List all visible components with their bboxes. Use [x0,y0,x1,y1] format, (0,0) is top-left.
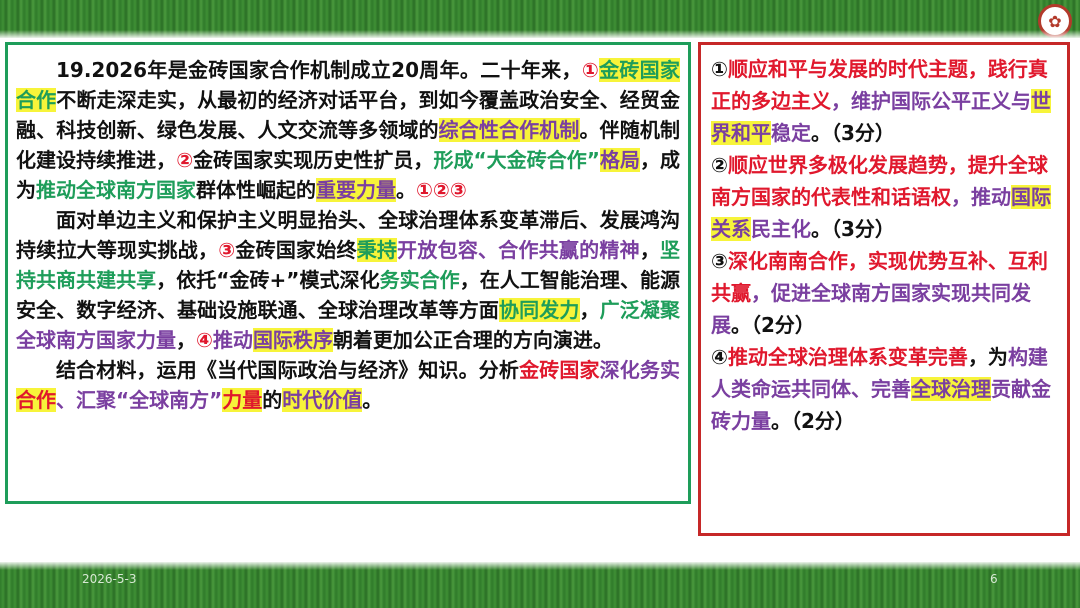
text-run: 。（3分） [811,217,895,241]
text-run: ① [711,57,728,81]
text-run: 综合性合作机制 [438,118,580,142]
text-run: 、汇聚“全球南方” [56,388,223,412]
text-run: 合作 [16,388,56,412]
text-run: 广泛凝聚 [599,298,680,322]
text-run: 全球南方国家力量 [16,328,176,352]
text-run: 结合材料，运用《当代国际政治与经济》知识。分析 [56,358,520,382]
text-run: 的 [262,388,283,412]
text-run: 秉持 [356,238,398,262]
text-run: 务实合作 [379,268,460,292]
text-run: 、完善 [851,377,911,401]
question-prompt: 结合材料，运用《当代国际政治与经济》知识。分析金砖国家深化务实合作、汇聚“全球南… [16,355,680,415]
material-paragraph-1: 19.2026年是金砖国家合作机制成立20周年。二十年来，①金砖国家合作不断走深… [16,55,680,205]
text-run: 时代价值 [282,388,363,412]
bottom-banner [0,562,1080,608]
text-run: 稳定 [771,121,811,145]
text-run: 协同发力 [499,298,580,322]
text-run: 朝着更加公正合理的方向演进。 [332,328,613,352]
text-run: 。（3分） [811,121,895,145]
text-run: 开放包容、合作共赢的精神 [397,238,640,262]
text-run: ， [176,328,196,352]
text-run: ，依托“金砖+”模式深化 [156,268,380,292]
text-run: 民主化 [751,217,811,241]
answer-point-4: ④推动全球治理体系变革完善，为构建人类命运共同体、完善全球治理贡献金砖力量。（2… [711,341,1061,437]
text-run: ③ [218,238,236,262]
school-logo-icon: ✿ [1038,4,1072,38]
question-material-box: 19.2026年是金砖国家合作机制成立20周年。二十年来，①金砖国家合作不断走深… [5,42,691,504]
text-run: 金砖国家 [519,358,600,382]
answer-point-1: ①顺应和平与发展的时代主题，践行真正的多边主义，维护国际公平正义与世界和平稳定。… [711,53,1061,149]
text-run: 格局 [599,148,640,172]
text-run: ④ [711,345,728,369]
text-run: ④ [196,328,213,352]
text-run: 金砖国家始终 [235,238,357,262]
text-run: 推动 [212,328,253,352]
text-run: 。 [396,178,416,202]
text-run: 群体性崛起的 [196,178,316,202]
text-run: 推动全球治理体系变革完善 [727,345,968,369]
text-run: ， [579,298,600,322]
answer-box: ①顺应和平与发展的时代主题，践行真正的多边主义，维护国际公平正义与世界和平稳定。… [698,42,1070,536]
text-run: 形成“大金砖合作” [433,148,600,172]
text-run: 重要力量 [316,178,396,202]
text-run: ，维护 [831,89,891,113]
text-run: 深化务实 [599,358,681,382]
text-run: 。 [362,388,383,412]
footer-date: 2026-5-3 [82,572,137,586]
text-run: ② [176,148,194,172]
answer-point-3: ③深化南南合作，实现优势互补、互利共赢，促进全球南方国家实现共同发展。（2分） [711,245,1061,341]
text-run: ，推动 [951,185,1011,209]
text-run: ① [581,58,600,82]
text-run: 全球治理 [911,377,991,401]
text-run: ， [639,238,661,262]
text-run: 力量 [222,388,263,412]
text-run: 国际秩序 [252,328,333,352]
footer-page-number: 6 [990,572,998,586]
material-paragraph-2: 面对单边主义和保护主义明显抬头、全球治理体系变革滞后、发展鸿沟持续拉大等现实挑战… [16,205,680,355]
text-run: ② [711,153,728,177]
text-run: 19.2026年是金砖国家合作机制成立20周年。二十年来， [56,58,582,82]
text-run: 国际公平正义与 [891,89,1031,113]
text-run: 。（2分） [731,313,815,337]
text-run: ，为 [967,345,1008,369]
answer-point-2: ②顺应世界多极化发展趋势，提升全球南方国家的代表性和话语权，推动国际关系民主化。… [711,149,1061,245]
text-run: ①②③ [416,178,467,202]
text-run: ③ [711,249,728,273]
top-banner: ✿ [0,0,1080,38]
text-run: 金砖国家实现历史性扩员， [193,148,434,172]
text-run: 。（2分） [771,409,855,433]
text-run: 推动全球南方国家 [36,178,196,202]
